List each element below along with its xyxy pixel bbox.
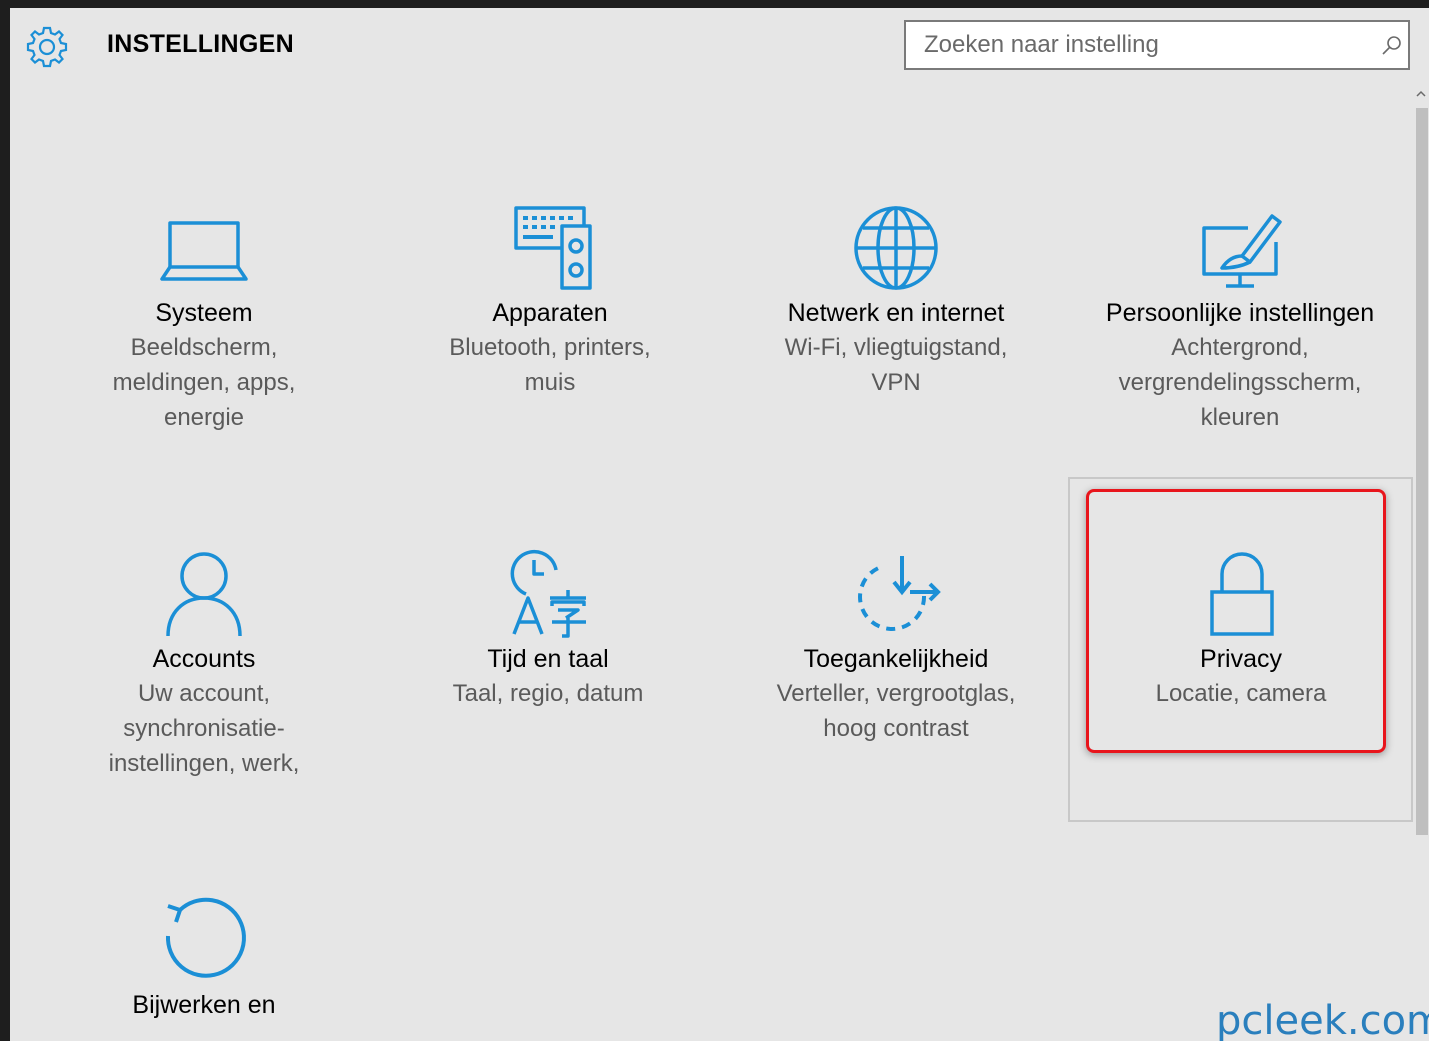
tile-title: Netwerk en internet: [787, 299, 1005, 327]
update-icon: [165, 897, 246, 978]
tile-title: Apparaten: [492, 299, 608, 327]
tile-accounts[interactable]: Accounts Uw account, synchronisatie- ins…: [34, 546, 374, 781]
tile-persoonlijke-instellingen[interactable]: Persoonlijke instellingen Achtergrond, v…: [1070, 200, 1410, 435]
tile-desc-line: VPN: [871, 369, 921, 396]
tile-desc-line: kleuren: [1200, 404, 1280, 431]
keyboard-speaker-icon: [514, 206, 592, 290]
globe-icon: [854, 206, 938, 290]
tile-desc-line: Wi-Fi, vliegtuigstand,: [784, 334, 1008, 361]
tile-desc-line: Uw account,: [137, 680, 271, 707]
page-title: INSTELLINGEN: [107, 30, 294, 58]
tile-title: Accounts: [152, 645, 256, 673]
tile-desc-line: muis: [524, 369, 576, 396]
tile-tijd-en-taal[interactable]: Tijd en taal Taal, regio, datum: [378, 546, 718, 711]
tile-title: Privacy: [1200, 645, 1282, 673]
clock-language-icon: [510, 549, 586, 638]
tile-desc-line: instellingen, werk,: [108, 750, 300, 777]
search-box[interactable]: [904, 20, 1410, 70]
tile-toegankelijkheid[interactable]: Toegankelijkheid Verteller, vergrootglas…: [726, 546, 1066, 746]
tile-privacy[interactable]: Privacy Locatie, camera: [1071, 546, 1411, 711]
tile-desc-line: Locatie, camera: [1155, 680, 1327, 707]
tile-title: Tijd en taal: [487, 645, 609, 673]
window-frame-left: [0, 0, 10, 1041]
tile-title: Persoonlijke instellingen: [1105, 299, 1375, 327]
tile-desc-line: Taal, regio, datum: [452, 680, 644, 707]
accessibility-icon: [858, 556, 941, 631]
tile-netwerk[interactable]: Netwerk en internet Wi-Fi, vliegtuigstan…: [726, 200, 1066, 400]
tile-desc-line: hoog contrast: [823, 715, 969, 742]
person-icon: [166, 552, 242, 637]
tile-bijwerken[interactable]: Bijwerken en: [34, 892, 374, 1022]
search-input[interactable]: [906, 22, 1366, 68]
tile-desc-line: Verteller, vergrootglas,: [776, 680, 1016, 707]
laptop-icon: [160, 221, 248, 281]
tile-title: Bijwerken en: [132, 991, 276, 1019]
tile-systeem[interactable]: Systeem Beeldscherm, meldingen, apps, en…: [34, 200, 374, 435]
tile-title: Toegankelijkheid: [803, 645, 989, 673]
settings-window: INSTELLINGEN Systeem Beeldscherm, meldin…: [0, 0, 1429, 1041]
tile-apparaten[interactable]: Apparaten Bluetooth, printers, muis: [380, 200, 720, 400]
lock-icon: [1210, 552, 1274, 636]
tile-desc-line: energie: [163, 404, 245, 431]
window-frame-top: [0, 0, 1429, 8]
tile-desc-line: synchronisatie-: [123, 715, 285, 742]
tile-desc-line: Beeldscherm,: [130, 334, 278, 361]
tile-desc-line: vergrendelingsscherm,: [1118, 369, 1362, 396]
search-icon[interactable]: [1380, 34, 1404, 58]
tile-desc-line: Achtergrond,: [1171, 334, 1309, 361]
scrollbar-thumb[interactable]: [1416, 108, 1428, 835]
watermark: pcleek.com: [1216, 998, 1429, 1041]
gear-icon: [26, 26, 68, 68]
tile-desc-line: meldingen, apps,: [112, 369, 296, 396]
tile-desc-line: Bluetooth, printers,: [449, 334, 651, 361]
tile-title: Systeem: [155, 299, 253, 327]
scroll-up-arrow-icon[interactable]: [1415, 88, 1427, 100]
paint-monitor-icon: [1202, 214, 1282, 288]
